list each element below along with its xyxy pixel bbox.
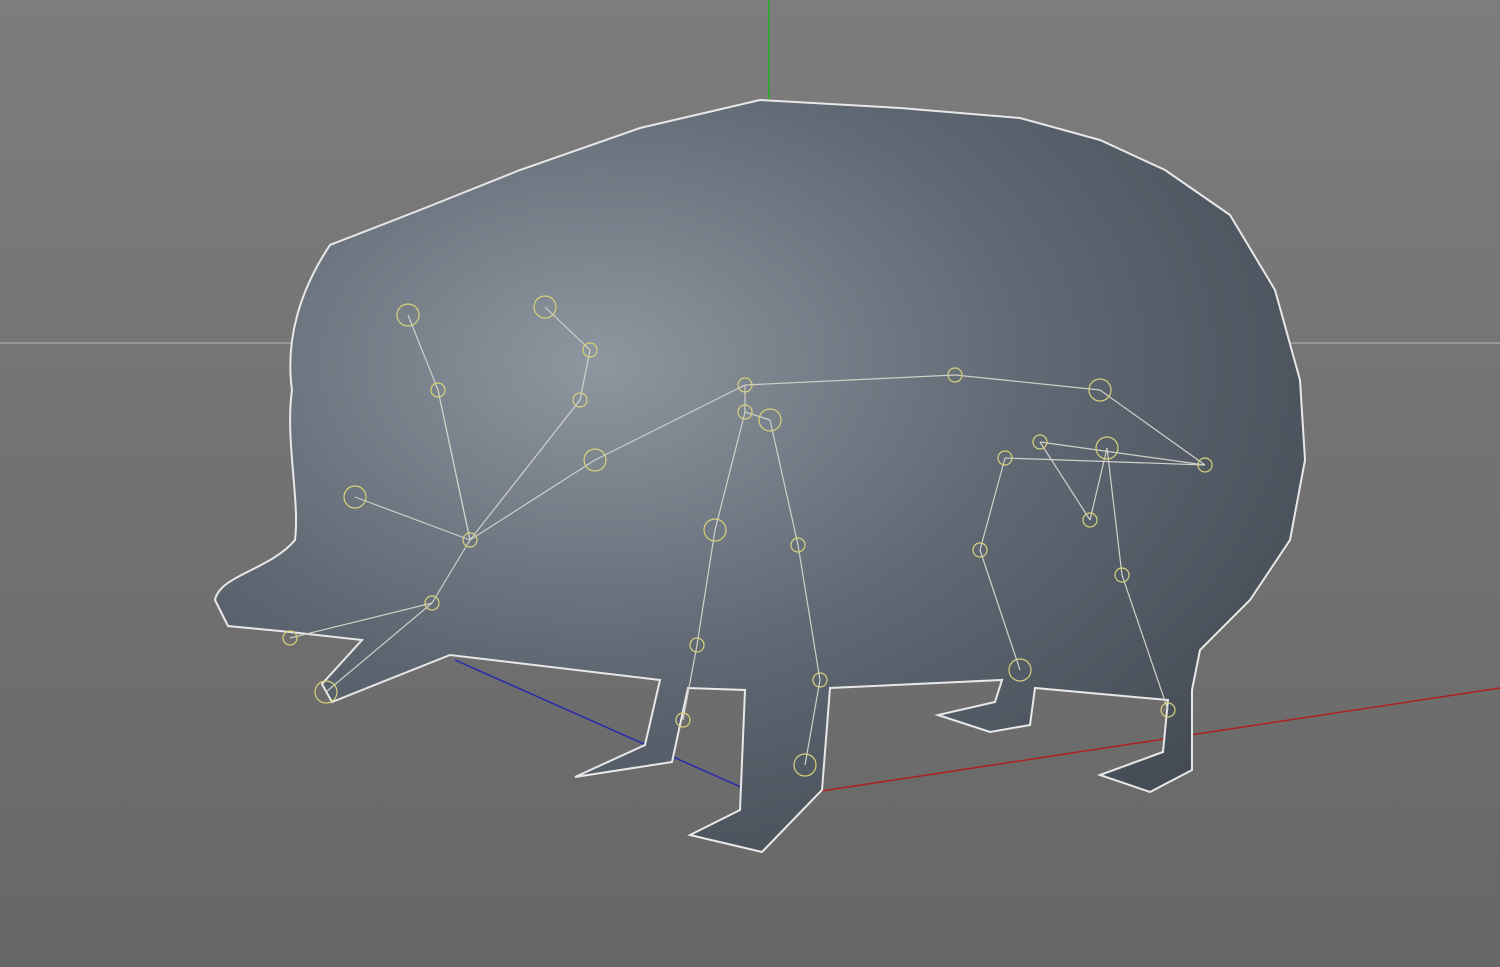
viewport-canvas[interactable] bbox=[0, 0, 1500, 967]
3d-viewport[interactable] bbox=[0, 0, 1500, 967]
